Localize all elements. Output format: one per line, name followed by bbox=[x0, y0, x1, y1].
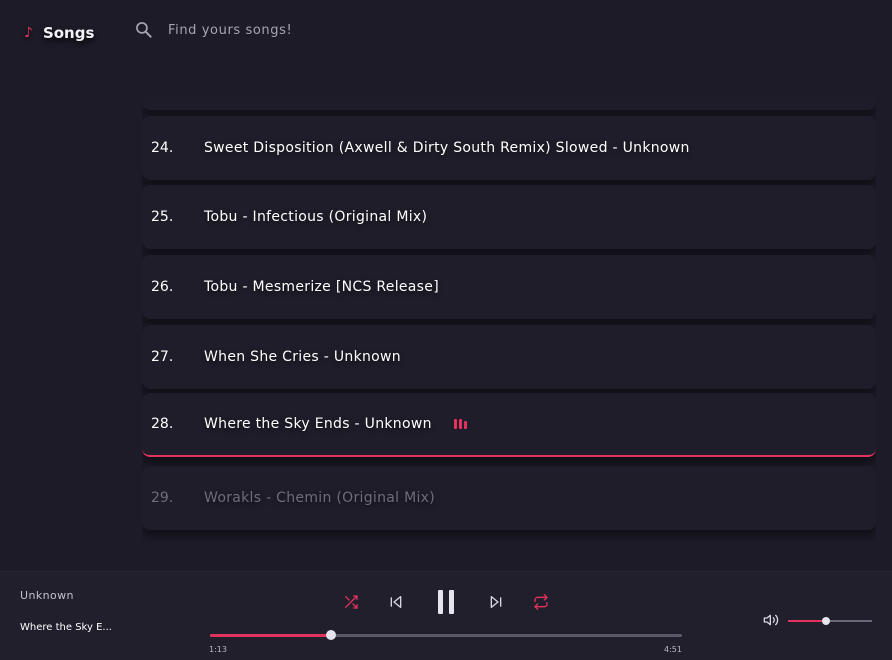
search-input[interactable] bbox=[168, 18, 468, 42]
progress-fill bbox=[210, 634, 331, 637]
player-bar: Unknown Where the Sky E... 1:13 4:51 bbox=[0, 571, 892, 660]
list-item[interactable]: 26. Tobu - Mesmerize [NCS Release] bbox=[142, 255, 876, 319]
total-time: 4:51 bbox=[664, 645, 682, 654]
shuffle-icon bbox=[345, 595, 358, 609]
shuffle-button[interactable] bbox=[342, 590, 360, 614]
track-title: When She Cries - Unknown bbox=[204, 349, 401, 365]
progress-bar[interactable] bbox=[210, 630, 682, 640]
brand: ♪ Songs bbox=[24, 24, 94, 42]
track-number: 27. bbox=[151, 349, 174, 365]
volume-handle[interactable] bbox=[821, 617, 830, 625]
list-item[interactable]: 29. Worakls - Chemin (Original Mix) bbox=[142, 466, 876, 530]
next-icon bbox=[490, 596, 502, 608]
list-item[interactable]: 25. Tobu - Infectious (Original Mix) bbox=[142, 185, 876, 249]
volume-fill bbox=[788, 620, 826, 622]
track-number: 25. bbox=[151, 209, 174, 225]
track-number: 29. bbox=[151, 490, 174, 506]
pause-icon bbox=[438, 590, 454, 614]
search-bar bbox=[134, 18, 468, 42]
track-title: Where the Sky Ends - Unknown bbox=[204, 416, 432, 432]
song-list[interactable]: 24. Sweet Disposition (Axwell & Dirty So… bbox=[142, 72, 876, 542]
repeat-button[interactable] bbox=[532, 590, 550, 614]
volume-icon[interactable] bbox=[762, 612, 780, 628]
track-title: Sweet Disposition (Axwell & Dirty South … bbox=[204, 140, 690, 156]
volume-slider[interactable] bbox=[788, 617, 872, 625]
list-item[interactable] bbox=[142, 72, 876, 110]
list-item-playing[interactable]: 28. Where the Sky Ends - Unknown bbox=[142, 393, 876, 457]
top-bar: ♪ Songs bbox=[0, 0, 892, 64]
music-note-icon: ♪ bbox=[24, 25, 33, 41]
track-title: Worakls - Chemin (Original Mix) bbox=[204, 490, 435, 506]
now-playing-artist: Unknown bbox=[20, 589, 74, 602]
previous-button[interactable] bbox=[387, 590, 405, 614]
track-number: 26. bbox=[151, 279, 174, 295]
repeat-icon bbox=[534, 594, 548, 610]
current-time: 1:13 bbox=[209, 645, 227, 654]
page-title: Songs bbox=[42, 24, 95, 42]
track-title: Tobu - Infectious (Original Mix) bbox=[204, 209, 428, 225]
previous-icon bbox=[390, 596, 402, 608]
search-icon[interactable] bbox=[134, 20, 154, 40]
pause-button[interactable] bbox=[434, 588, 458, 616]
list-item[interactable]: 24. Sweet Disposition (Axwell & Dirty So… bbox=[142, 116, 876, 180]
track-number: 28. bbox=[151, 416, 174, 432]
track-number: 24. bbox=[151, 140, 174, 156]
now-playing-title: Where the Sky E... bbox=[20, 622, 112, 633]
list-item[interactable]: 27. When She Cries - Unknown bbox=[142, 325, 876, 389]
next-button[interactable] bbox=[487, 590, 505, 614]
track-title: Tobu - Mesmerize [NCS Release] bbox=[204, 279, 439, 295]
progress-handle[interactable] bbox=[325, 630, 336, 640]
equalizer-icon bbox=[454, 418, 467, 429]
